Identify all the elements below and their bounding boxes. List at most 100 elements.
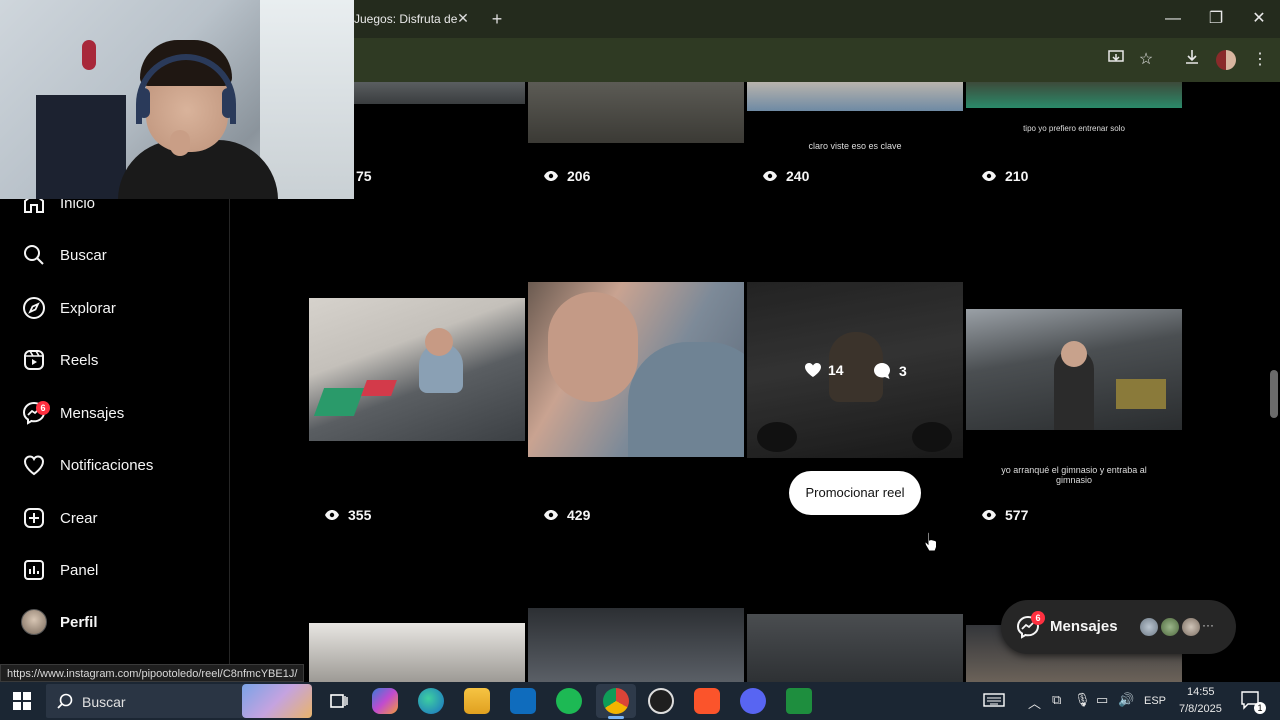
chrome-icon[interactable] [603, 688, 629, 714]
sidebar-item-label: Reels [60, 351, 99, 369]
heart-filled-icon [805, 363, 821, 377]
reel-thumbnail[interactable] [528, 282, 744, 457]
minimize-button[interactable]: — [1159, 6, 1187, 32]
tab-close-icon[interactable]: ✕ [455, 10, 471, 26]
eye-icon [763, 171, 777, 181]
edge-icon[interactable] [418, 688, 444, 714]
view-count: 240 [762, 168, 809, 184]
sidebar-item-label: Explorar [60, 299, 116, 317]
profile-avatar-icon[interactable] [1214, 48, 1238, 72]
eye-icon [544, 171, 558, 181]
menu-kebab-icon[interactable]: ⋮ [1248, 48, 1272, 72]
messages-pill-label: Mensajes [1050, 618, 1118, 635]
sidebar-item-label: Crear [60, 509, 98, 527]
view-count: 429 [543, 507, 590, 523]
sidebar-item-notificaciones[interactable]: Notificaciones [20, 445, 220, 485]
copilot-icon[interactable] [372, 688, 398, 714]
sidebar-item-explorar[interactable]: Explorar [20, 288, 220, 328]
view-count: 75 [356, 168, 372, 184]
bookmark-star-icon[interactable]: ☆ [1134, 48, 1158, 72]
language-indicator[interactable]: ESP [1144, 695, 1166, 707]
reel-thumbnail[interactable] [747, 82, 963, 111]
likes-count: 14 [804, 362, 844, 378]
notification-count-badge: 1 [1254, 702, 1266, 714]
reel-thumbnail[interactable] [528, 608, 744, 682]
recorder-icon[interactable] [648, 688, 674, 714]
volume-icon[interactable]: 🔊 [1118, 692, 1134, 708]
reel-caption: tipo yo prefiero entrenar solo [1023, 124, 1125, 133]
sidebar-item-mensajes[interactable]: 6 Mensajes [20, 393, 220, 433]
active-indicator [608, 716, 624, 719]
reel-thumbnail[interactable] [747, 614, 963, 682]
plus-square-icon [20, 504, 48, 532]
reel-thumbnail[interactable] [528, 82, 744, 143]
scrollbar-thumb[interactable] [1270, 370, 1278, 418]
webcam-overlay [0, 0, 354, 199]
comment-icon [874, 363, 890, 379]
spotify-icon[interactable] [556, 688, 582, 714]
sidebar-item-crear[interactable]: Crear [20, 498, 220, 538]
reel-caption: yo arranqué el gimnasio y entraba al gim… [1001, 465, 1147, 485]
reels-icon [20, 346, 48, 374]
reel-thumbnail[interactable] [354, 82, 525, 104]
eye-icon [982, 510, 996, 520]
sidebar-item-reels[interactable]: Reels [20, 340, 220, 380]
close-window-button[interactable]: ✕ [1245, 6, 1273, 32]
windows-start-icon[interactable] [12, 691, 32, 711]
search-icon [20, 241, 48, 269]
restore-button[interactable]: ❐ [1202, 6, 1230, 32]
reel-thumbnail[interactable] [966, 309, 1182, 430]
discord-icon[interactable] [740, 688, 766, 714]
avatar [1138, 616, 1160, 638]
chart-icon [20, 556, 48, 584]
network-icon[interactable]: ▭ [1096, 692, 1108, 708]
comments-count: 3 [873, 362, 907, 380]
reel-thumbnail-hovered[interactable] [747, 282, 963, 458]
sidebar-item-label: Perfil [60, 613, 98, 631]
sidebar-item-perfil[interactable]: Perfil [20, 602, 220, 642]
view-count: 206 [543, 168, 590, 184]
download-icon[interactable] [1180, 48, 1204, 72]
tray-app-icon[interactable]: ⧉ [1052, 692, 1061, 708]
hand-cursor-icon [924, 531, 938, 553]
eye-icon [325, 510, 339, 520]
compass-icon [20, 294, 48, 322]
reel-thumbnail[interactable] [966, 82, 1182, 108]
avatar [1180, 616, 1202, 638]
sheets-icon[interactable] [786, 688, 812, 714]
reel-thumbnail[interactable] [309, 623, 525, 682]
heart-icon [20, 451, 48, 479]
promote-reel-button[interactable]: Promocionar reel [789, 471, 921, 515]
clock-time[interactable]: 14:55 [1187, 686, 1215, 698]
new-tab-button[interactable]: + [486, 8, 508, 30]
microphone-icon[interactable]: 🎙 [1074, 692, 1091, 708]
sidebar-item-label: Buscar [60, 246, 107, 264]
view-count: 210 [981, 168, 1028, 184]
install-app-icon[interactable] [1104, 48, 1128, 72]
sidebar-item-buscar[interactable]: Buscar [20, 235, 220, 275]
eye-icon [544, 510, 558, 520]
reel-thumbnail[interactable] [309, 298, 525, 441]
eye-icon [982, 171, 996, 181]
file-explorer-icon[interactable] [464, 688, 490, 714]
avatar [1159, 616, 1181, 638]
sidebar-item-label: Mensajes [60, 404, 125, 422]
tray-chevron-icon[interactable]: ︿ [1028, 693, 1041, 712]
search-icon [56, 692, 74, 710]
avatar [20, 608, 48, 636]
sidebar-item-label: Panel [60, 561, 99, 579]
brave-icon[interactable] [694, 688, 720, 714]
keyboard-icon[interactable] [982, 690, 1006, 710]
more-avatars-indicator: ··· [1202, 618, 1214, 632]
reel-caption: claro viste eso es clave [808, 141, 902, 151]
sidebar-item-label: Notificaciones [60, 456, 154, 474]
tab-title: Juegos: Disfruta de [354, 12, 458, 26]
search-highlight-image [242, 684, 312, 718]
messages-pill-badge: 6 [1031, 611, 1045, 625]
clock-date[interactable]: 7/8/2025 [1179, 703, 1222, 715]
sidebar-item-panel[interactable]: Panel [20, 550, 220, 590]
task-view-icon[interactable] [326, 688, 352, 714]
link-status-url: https://www.instagram.com/pipootoledo/re… [0, 664, 305, 682]
view-count: 577 [981, 507, 1028, 523]
outlook-icon[interactable] [510, 688, 536, 714]
